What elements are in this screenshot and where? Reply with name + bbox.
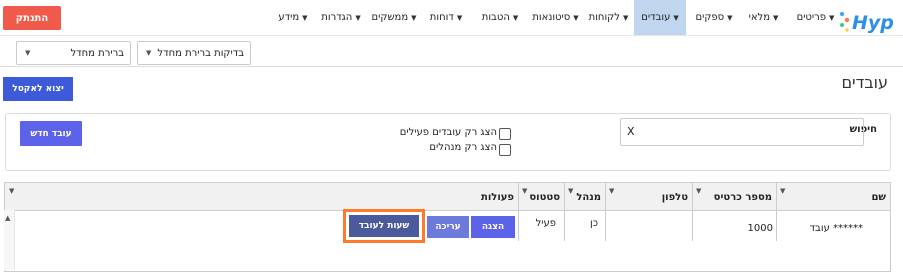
nav-items[interactable]: פריטים ▼ xyxy=(789,0,842,35)
page-title: עובדים xyxy=(841,73,888,92)
chevron-down-icon: ▼ xyxy=(25,49,31,57)
chevron-down-icon: ▼ xyxy=(146,49,152,57)
chevron-down-icon: ▼ xyxy=(355,13,361,22)
default-select[interactable]: ברירת מחדל ▼ xyxy=(16,41,131,65)
chevron-down-icon: ▼ xyxy=(780,187,786,195)
column-title: סטטוס xyxy=(529,192,560,203)
column-title: שם xyxy=(871,192,886,203)
show-button[interactable]: הצגה xyxy=(471,216,515,238)
nav-label: סיטונאות xyxy=(532,12,571,23)
nav-suppliers[interactable]: ספקים ▼ xyxy=(690,0,738,35)
nav-label: לקוחות xyxy=(588,12,620,23)
nav-label: דוחות xyxy=(429,12,454,23)
chevron-down-icon: ▼ xyxy=(522,187,528,195)
logo-text: Hyp xyxy=(852,12,894,34)
new-employee-button[interactable]: עובד חדש xyxy=(20,121,82,146)
nav-employees[interactable]: עובדים ▼ xyxy=(634,0,686,35)
search-input[interactable]: X xyxy=(620,118,864,146)
nav-customers[interactable]: לקוחות ▼ xyxy=(585,0,632,35)
nav-label: ממשקים xyxy=(371,12,409,23)
column-divider xyxy=(605,183,606,241)
cell-manager: כן xyxy=(589,218,598,229)
nav-info[interactable]: מידע ▼ xyxy=(273,0,313,35)
cell-name: עובד ****** xyxy=(809,223,863,234)
nav-label: הגדרות xyxy=(321,12,353,23)
column-header-name[interactable]: שם ▼ xyxy=(776,183,890,210)
chevron-down-icon: ▼ xyxy=(568,187,574,195)
only-managers-checkbox[interactable] xyxy=(499,144,511,156)
nav-interfaces[interactable]: ממשקים ▼ xyxy=(368,0,420,35)
column-divider xyxy=(692,183,693,241)
chevron-down-icon: ▼ xyxy=(622,13,629,22)
only-managers-label: הצג רק מנהלים xyxy=(429,142,497,153)
column-title: מנהל xyxy=(576,192,601,203)
column-header-card-number[interactable]: מספר כרטיס ▼ xyxy=(692,183,776,210)
nav-reports[interactable]: דוחות ▼ xyxy=(421,0,471,35)
nav-inventory[interactable]: מלאי ▼ xyxy=(742,0,785,35)
nav-label: מלאי xyxy=(748,12,770,23)
nav-label: הטבות xyxy=(481,12,510,23)
column-header-manager[interactable]: מנהל ▼ xyxy=(564,183,605,210)
chevron-down-icon: ▼ xyxy=(829,13,835,22)
highlight-box xyxy=(343,209,425,243)
column-title: פעולות xyxy=(481,192,514,203)
chevron-down-icon: ▼ xyxy=(302,13,308,22)
column-header-status[interactable]: סטטוס ▼ xyxy=(518,183,564,210)
column-header-actions[interactable]: פעולות ▼ xyxy=(5,183,518,210)
column-header-phone[interactable]: טלפון ▼ xyxy=(605,183,692,210)
column-divider xyxy=(518,183,519,241)
export-excel-button[interactable]: יצוא לאקסל xyxy=(3,77,73,101)
nav-label: פריטים xyxy=(796,12,827,23)
default-checks-select[interactable]: בדיקות ברירת מחדל ▼ xyxy=(137,41,251,65)
divider xyxy=(0,66,903,67)
nav-label: מידע xyxy=(278,12,300,23)
column-title: מספר כרטיס xyxy=(713,192,772,203)
chevron-down-icon: ▼ xyxy=(573,13,579,22)
nav-label: ספקים xyxy=(695,12,725,23)
chevron-down-icon: ▼ xyxy=(696,187,702,195)
chevron-down-icon: ▼ xyxy=(411,13,417,22)
chevron-down-icon: ▼ xyxy=(9,187,15,195)
grid-header: שם ▼ מספר כרטיס ▼ טלפון ▼ מנהל ▼ סטטוס ▼… xyxy=(5,183,890,211)
chevron-down-icon: ▼ xyxy=(609,187,615,195)
chevron-down-icon: ▼ xyxy=(456,13,463,22)
cell-status: פעיל xyxy=(535,218,556,229)
chevron-down-icon: ▼ xyxy=(673,13,679,22)
column-divider xyxy=(776,183,777,241)
chevron-down-icon: ▼ xyxy=(512,13,519,22)
logout-button[interactable]: התנתק xyxy=(3,6,61,30)
column-title: טלפון xyxy=(661,192,688,203)
nav-benefits[interactable]: הטבות ▼ xyxy=(476,0,524,35)
search-input-value: X xyxy=(627,125,635,138)
only-active-checkbox[interactable] xyxy=(499,128,511,140)
select-value: ברירת מחדל xyxy=(70,47,124,59)
column-divider xyxy=(564,183,565,241)
only-active-label: הצג רק עובדים פעילים xyxy=(399,127,497,138)
edit-button[interactable]: עריכה xyxy=(427,216,469,238)
nav-label: עובדים xyxy=(641,12,671,23)
nav-wholesale[interactable]: סיטונאות ▼ xyxy=(528,0,583,35)
scroll-up-icon[interactable]: ▲ xyxy=(5,214,10,222)
select-value: בדיקות ברירת מחדל xyxy=(157,47,244,59)
nav-settings[interactable]: הגדרות ▼ xyxy=(316,0,366,35)
chevron-down-icon: ▼ xyxy=(727,13,733,22)
cell-card-number: 1000 xyxy=(747,223,773,234)
chevron-down-icon: ▼ xyxy=(773,13,779,22)
